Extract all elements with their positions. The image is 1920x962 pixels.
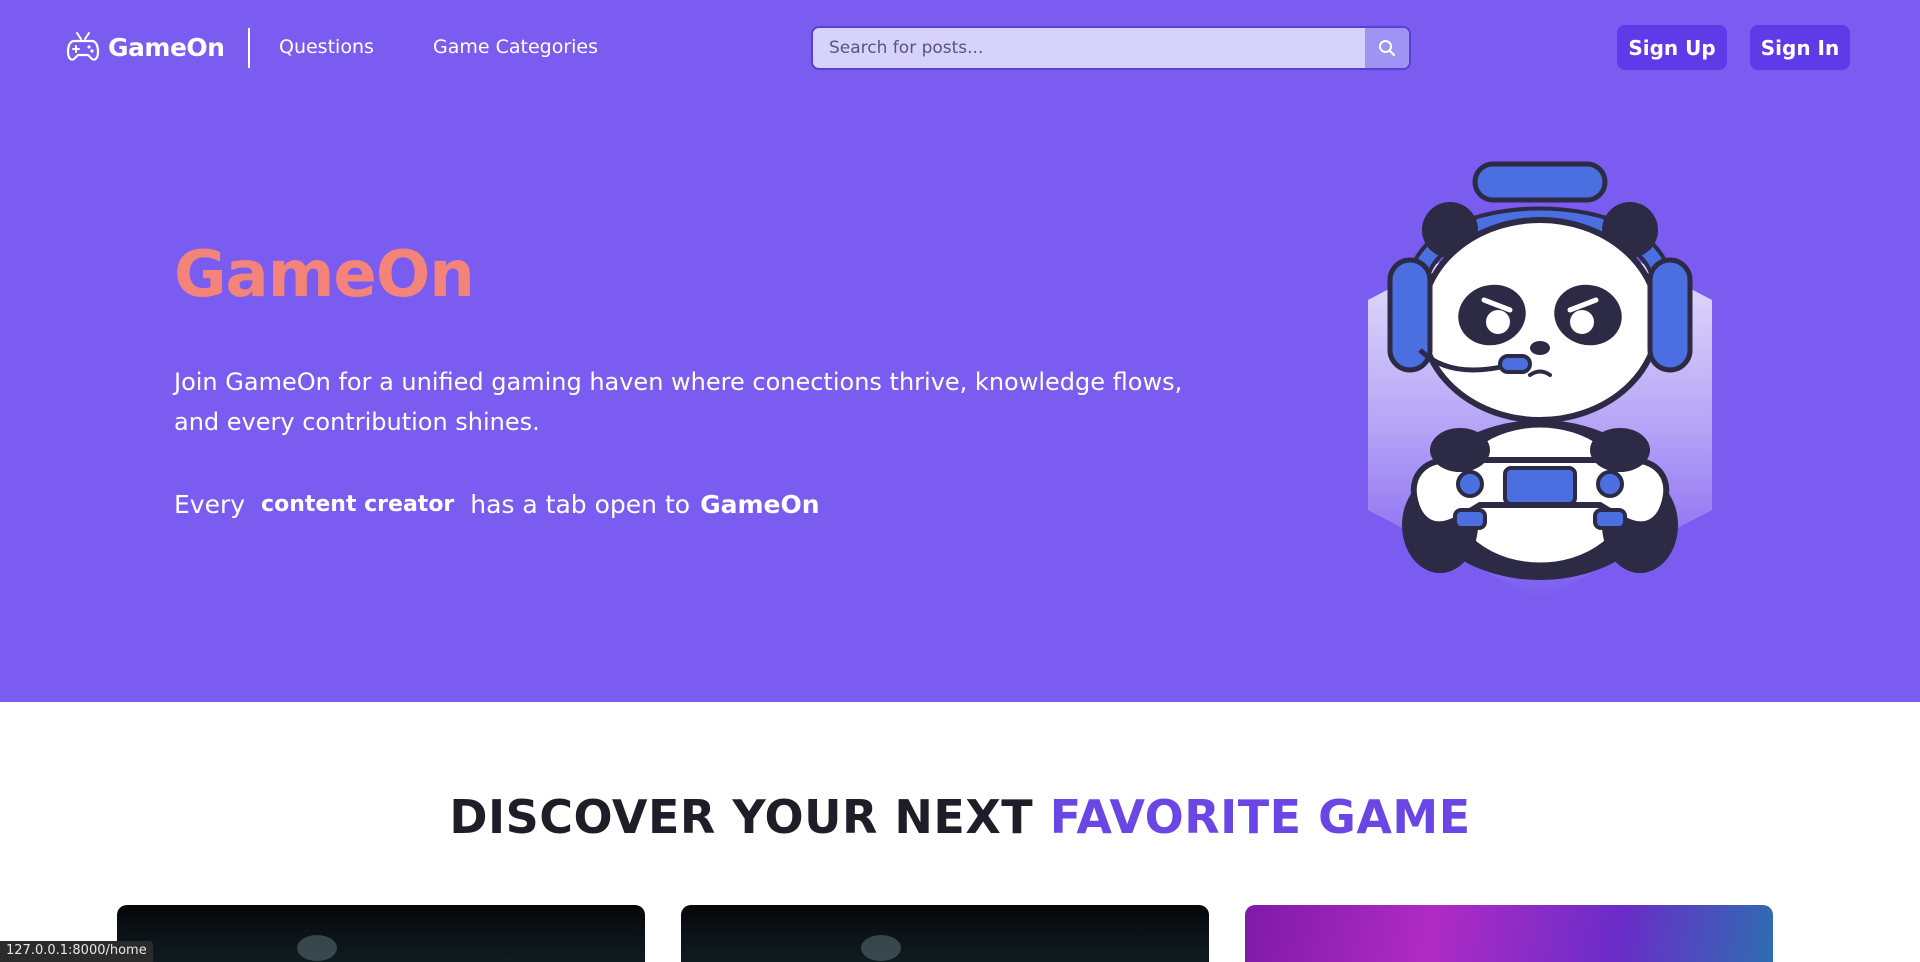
search-form — [811, 26, 1411, 70]
brand-name: GameOn — [108, 32, 225, 62]
tagline-middle: has a tab open to — [470, 490, 691, 519]
game-card[interactable] — [117, 905, 645, 962]
discover-heading: DISCOVER YOUR NEXT FAVORITE GAME — [0, 790, 1920, 844]
header-divider — [248, 28, 250, 68]
game-card-image — [297, 935, 337, 961]
tagline-highlight: content creator — [261, 492, 455, 517]
game-card[interactable] — [681, 905, 1209, 962]
gamepad-icon — [66, 32, 100, 61]
discover-heading-main: DISCOVER YOUR NEXT — [449, 790, 1034, 844]
page: GameOn Questions Game Categories Sign Up… — [0, 0, 1920, 962]
game-card-image — [861, 935, 901, 961]
panda-gamer-mascot — [1368, 161, 1712, 600]
hero-tagline: Every content creator has a tab open to … — [174, 490, 820, 519]
hero-description: Join GameOn for a unified gaming haven w… — [174, 368, 1183, 436]
tagline-prefix: Every — [174, 490, 246, 519]
tagline-brand: GameOn — [700, 490, 820, 519]
browser-status-url: 127.0.0.1:8000/home — [0, 941, 153, 962]
sign-up-button[interactable]: Sign Up — [1617, 25, 1727, 70]
discover-heading-accent: FAVORITE GAME — [1049, 790, 1471, 844]
search-input[interactable] — [813, 28, 1365, 68]
nav-questions[interactable]: Questions — [279, 36, 374, 58]
search-button[interactable] — [1365, 28, 1409, 68]
game-card[interactable] — [1245, 905, 1773, 962]
hero-section: GameOn Questions Game Categories Sign Up… — [0, 0, 1920, 702]
sign-in-button[interactable]: Sign In — [1750, 25, 1850, 70]
nav-game-categories[interactable]: Game Categories — [433, 36, 598, 58]
brand-logo-link[interactable]: GameOn — [66, 30, 225, 64]
hero-title: GameOn — [174, 238, 475, 312]
search-icon — [1379, 40, 1396, 57]
